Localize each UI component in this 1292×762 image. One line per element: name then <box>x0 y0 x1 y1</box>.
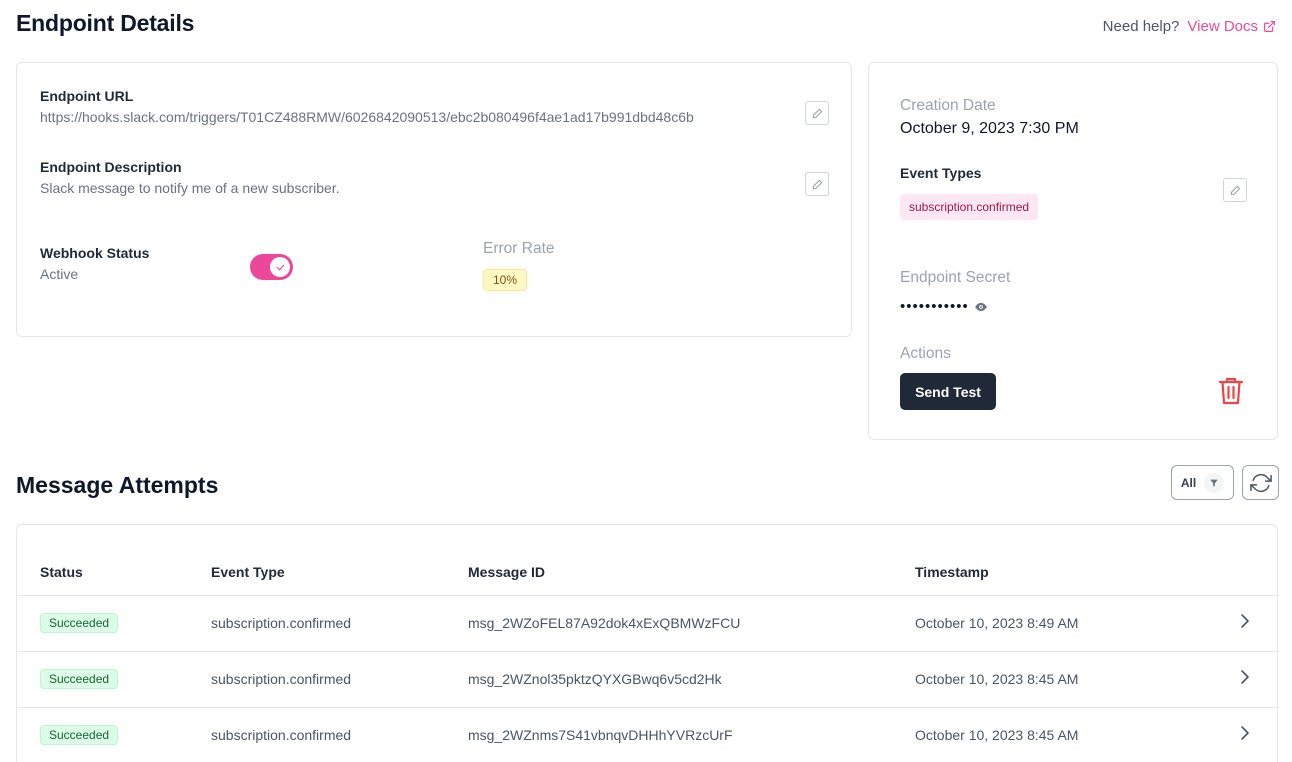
edit-url-button[interactable] <box>805 101 829 125</box>
creation-date-label: Creation Date <box>900 97 996 114</box>
delete-endpoint-button[interactable] <box>1218 376 1244 411</box>
status-badge: Succeeded <box>40 613 119 633</box>
error-rate-badge: 10% <box>483 269 528 291</box>
column-header-event-type: Event Type <box>211 564 285 580</box>
event-type-cell: subscription.confirmed <box>211 615 352 631</box>
pencil-icon <box>812 179 822 189</box>
filter-label: All <box>1180 475 1197 490</box>
check-icon <box>276 264 284 270</box>
page-title: Endpoint Details <box>16 10 195 36</box>
endpoint-description-value: Slack message to notify me of a new subs… <box>40 180 340 196</box>
external-link-icon <box>1264 21 1275 32</box>
filter-button[interactable]: All <box>1171 465 1234 500</box>
error-rate-label: Error Rate <box>483 240 555 257</box>
chevron-right-icon[interactable] <box>1239 669 1251 685</box>
column-header-timestamp: Timestamp <box>915 564 989 580</box>
timestamp-cell: October 10, 2023 8:49 AM <box>915 615 1079 631</box>
toggle-knob <box>270 257 290 277</box>
status-badge: Succeeded <box>40 725 119 745</box>
endpoint-secret-label: Endpoint Secret <box>900 269 1011 286</box>
webhook-status-toggle[interactable] <box>250 254 293 280</box>
view-docs-label: View Docs <box>1187 18 1258 35</box>
message-id-cell: msg_2WZnol35pktzQYXGBwq6v5cd2Hk <box>468 671 722 687</box>
webhook-status-label: Webhook Status <box>40 245 150 261</box>
view-docs-link[interactable]: View Docs <box>1187 18 1276 35</box>
pencil-icon <box>812 108 822 118</box>
edit-description-button[interactable] <box>805 172 829 196</box>
secret-mask: ••••••••••• <box>900 298 969 315</box>
endpoint-description-label: Endpoint Description <box>40 159 182 175</box>
message-attempts-table: Status Event Type Message ID Timestamp S… <box>16 524 1278 762</box>
endpoint-url-value: https://hooks.slack.com/triggers/T01CZ48… <box>40 109 694 125</box>
help-text: Need help? <box>1102 18 1180 35</box>
creation-date-value: October 9, 2023 7:30 PM <box>900 120 1079 137</box>
help-area: Need help? View Docs <box>1103 18 1276 35</box>
table-row[interactable]: Succeeded subscription.confirmed msg_2WZ… <box>17 707 1277 762</box>
timestamp-cell: October 10, 2023 8:45 AM <box>915 727 1079 743</box>
pencil-icon <box>1230 185 1240 195</box>
event-type-tag: subscription.confirmed <box>900 194 1039 220</box>
message-id-cell: msg_2WZoFEL87A92dok4xExQBMWzFCU <box>468 615 741 631</box>
endpoint-meta-card: Creation Date October 9, 2023 7:30 PM Ev… <box>868 62 1278 440</box>
refresh-button[interactable] <box>1242 465 1279 500</box>
message-id-cell: msg_2WZnms7S41vbnqvDHHhYVRzcUrF <box>468 727 733 743</box>
column-header-message-id: Message ID <box>468 564 546 580</box>
endpoint-secret: ••••••••••• <box>900 298 989 315</box>
status-badge: Succeeded <box>40 669 119 689</box>
eye-icon[interactable] <box>973 300 989 314</box>
chevron-right-icon[interactable] <box>1239 725 1251 741</box>
event-types-label: Event Types <box>900 165 982 181</box>
refresh-icon <box>1249 473 1272 492</box>
filter-icon <box>1210 479 1218 487</box>
endpoint-url-label: Endpoint URL <box>40 88 134 104</box>
table-row[interactable]: Succeeded subscription.confirmed msg_2WZ… <box>17 651 1277 707</box>
send-test-button[interactable]: Send Test <box>900 373 996 410</box>
webhook-status-value: Active <box>40 266 79 282</box>
table-row[interactable]: Succeeded subscription.confirmed msg_2WZ… <box>17 595 1277 651</box>
filter-icon-wrap <box>1204 472 1225 493</box>
event-type-cell: subscription.confirmed <box>211 727 352 743</box>
edit-event-types-button[interactable] <box>1223 178 1247 202</box>
chevron-right-icon[interactable] <box>1239 613 1251 629</box>
timestamp-cell: October 10, 2023 8:45 AM <box>915 671 1079 687</box>
event-type-cell: subscription.confirmed <box>211 671 352 687</box>
message-attempts-title: Message Attempts <box>16 472 219 498</box>
actions-label: Actions <box>900 345 951 362</box>
trash-icon <box>1218 377 1244 405</box>
endpoint-details-card: Endpoint URL https://hooks.slack.com/tri… <box>16 62 852 337</box>
column-header-status: Status <box>40 564 83 580</box>
